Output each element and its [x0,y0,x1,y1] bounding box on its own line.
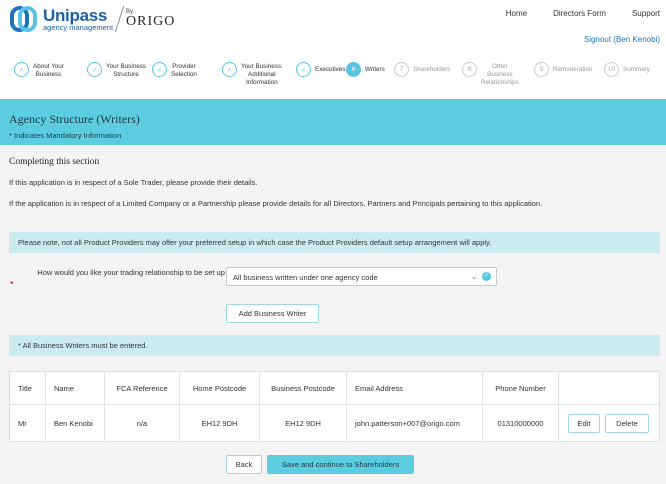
nav-home[interactable]: Home [506,9,527,18]
brand-subtitle: agency management [43,22,114,32]
writers-required-note: * All Business Writers must be entered. [9,335,660,356]
nav-support[interactable]: Support [632,9,660,18]
cell-phone: 01310000000 [483,405,559,442]
cell-fca: n/a [105,405,180,442]
column-header: Business Postcode [260,372,347,404]
trading-relationship-label: How would you like your trading relation… [37,268,229,277]
step-number: 10 [604,62,619,77]
column-header: Title [10,372,46,404]
partner-name: ORIGO [126,14,176,29]
step-number: 9 [534,62,549,77]
unipass-logo[interactable]: Unipass agency management By ORIGO [9,4,175,34]
step-number: 6 [346,62,361,77]
check-icon: ✓ [87,62,102,77]
origo-logo: By ORIGO [126,9,175,29]
step-10: 10 Summary [604,62,650,77]
step-4[interactable]: ✓ Your Business: Additional Information [222,62,283,87]
save-continue-button[interactable]: Save and continue to Shareholders [267,455,414,474]
step-1[interactable]: ✓ About Your Business [14,62,64,79]
mandatory-note: * Indicates Mandatory Information [9,131,122,140]
step-2[interactable]: ✓ Your Business Structure [87,62,146,79]
step-7: 7 Shareholders [394,62,450,77]
step-label: Writers [365,66,385,73]
cell-actions: Edit Delete [559,405,659,442]
cell-home-postcode: EH12 9DH [180,405,260,442]
app-header: Unipass agency management By ORIGO Home … [0,0,666,57]
step-label: Remuneration [553,66,593,73]
column-header: Phone Number [483,372,559,404]
step-6: 6 Writers [346,62,385,77]
column-header: Home Postcode [180,372,260,404]
logo-divider [114,6,125,32]
step-label: About Your Business [33,63,64,78]
table-row: Mr Ben Kenobi n/a EH12 9DH EH12 9DH john… [10,405,659,442]
check-icon: ✓ [14,62,29,77]
writers-table: Title Name FCA Reference Home Postcode B… [9,371,660,442]
table-header: Title Name FCA Reference Home Postcode B… [10,372,659,405]
step-label: Other Business Relationships [481,63,519,86]
signout-link[interactable]: Signout (Ben Kenobi) [584,35,660,44]
step-number: 7 [394,62,409,77]
step-3[interactable]: ✓ Provider Selection [152,62,197,79]
cell-email: john.patterson+007@origo.com [347,405,483,442]
unipass-logo-mark-icon [9,5,39,33]
step-number: 8 [462,62,477,77]
step-9: 9 Remuneration [534,62,593,77]
step-label: Provider Selection [171,63,197,78]
provider-setup-note: Please note, not all Product Providers m… [9,232,660,253]
delete-button[interactable]: Delete [605,414,649,433]
back-button[interactable]: Back [226,455,262,474]
column-header: Email Address [347,372,483,404]
cell-business-postcode: EH12 9DH [260,405,347,442]
page-title: Agency Structure (Writers) [9,112,140,126]
chevron-down-icon: ⌄ [470,271,478,281]
valid-check-icon: ✓ [482,272,491,281]
step-label: Your Business: Additional Information [241,63,283,86]
main-section: Completing this section If this applicat… [0,145,666,484]
add-business-writer-button[interactable]: Add Business Writer [226,304,319,323]
cell-name: Ben Kenobi [46,405,105,442]
nav-directors-form[interactable]: Directors Form [553,9,606,18]
step-label: Shareholders [413,66,451,73]
top-nav: Home Directors Form Support [506,9,660,18]
progress-steps: ✓ About Your Business ✓ Your Business Struc… [14,62,662,92]
cell-title: Mr [10,405,46,442]
check-icon: ✓ [152,62,167,77]
brand-name: Unipass [43,5,108,25]
instructions-sole-trader: If this application is in respect of a S… [9,178,258,187]
step-label: Executives [315,66,346,73]
column-header [559,372,659,404]
check-icon: ✓ [296,62,311,77]
column-header: Name [46,372,105,404]
trading-relationship-select[interactable]: All business written under one agency co… [226,267,497,286]
step-5[interactable]: ✓ Executives [296,62,345,77]
instructions-company: If the application is in respect of a Li… [9,199,543,208]
required-marker: • [10,278,14,289]
section-heading: Completing this section [9,157,100,167]
page-banner: Agency Structure (Writers) * Indicates M… [0,99,666,145]
step-8: 8 Other Business Relationships [462,62,519,87]
trading-relationship-value: All business written under one agency co… [233,273,378,282]
check-icon: ✓ [222,62,237,77]
column-header: FCA Reference [105,372,180,404]
step-label: Your Business Structure [106,63,147,78]
step-label: Summary [623,66,650,73]
edit-button[interactable]: Edit [568,414,600,433]
